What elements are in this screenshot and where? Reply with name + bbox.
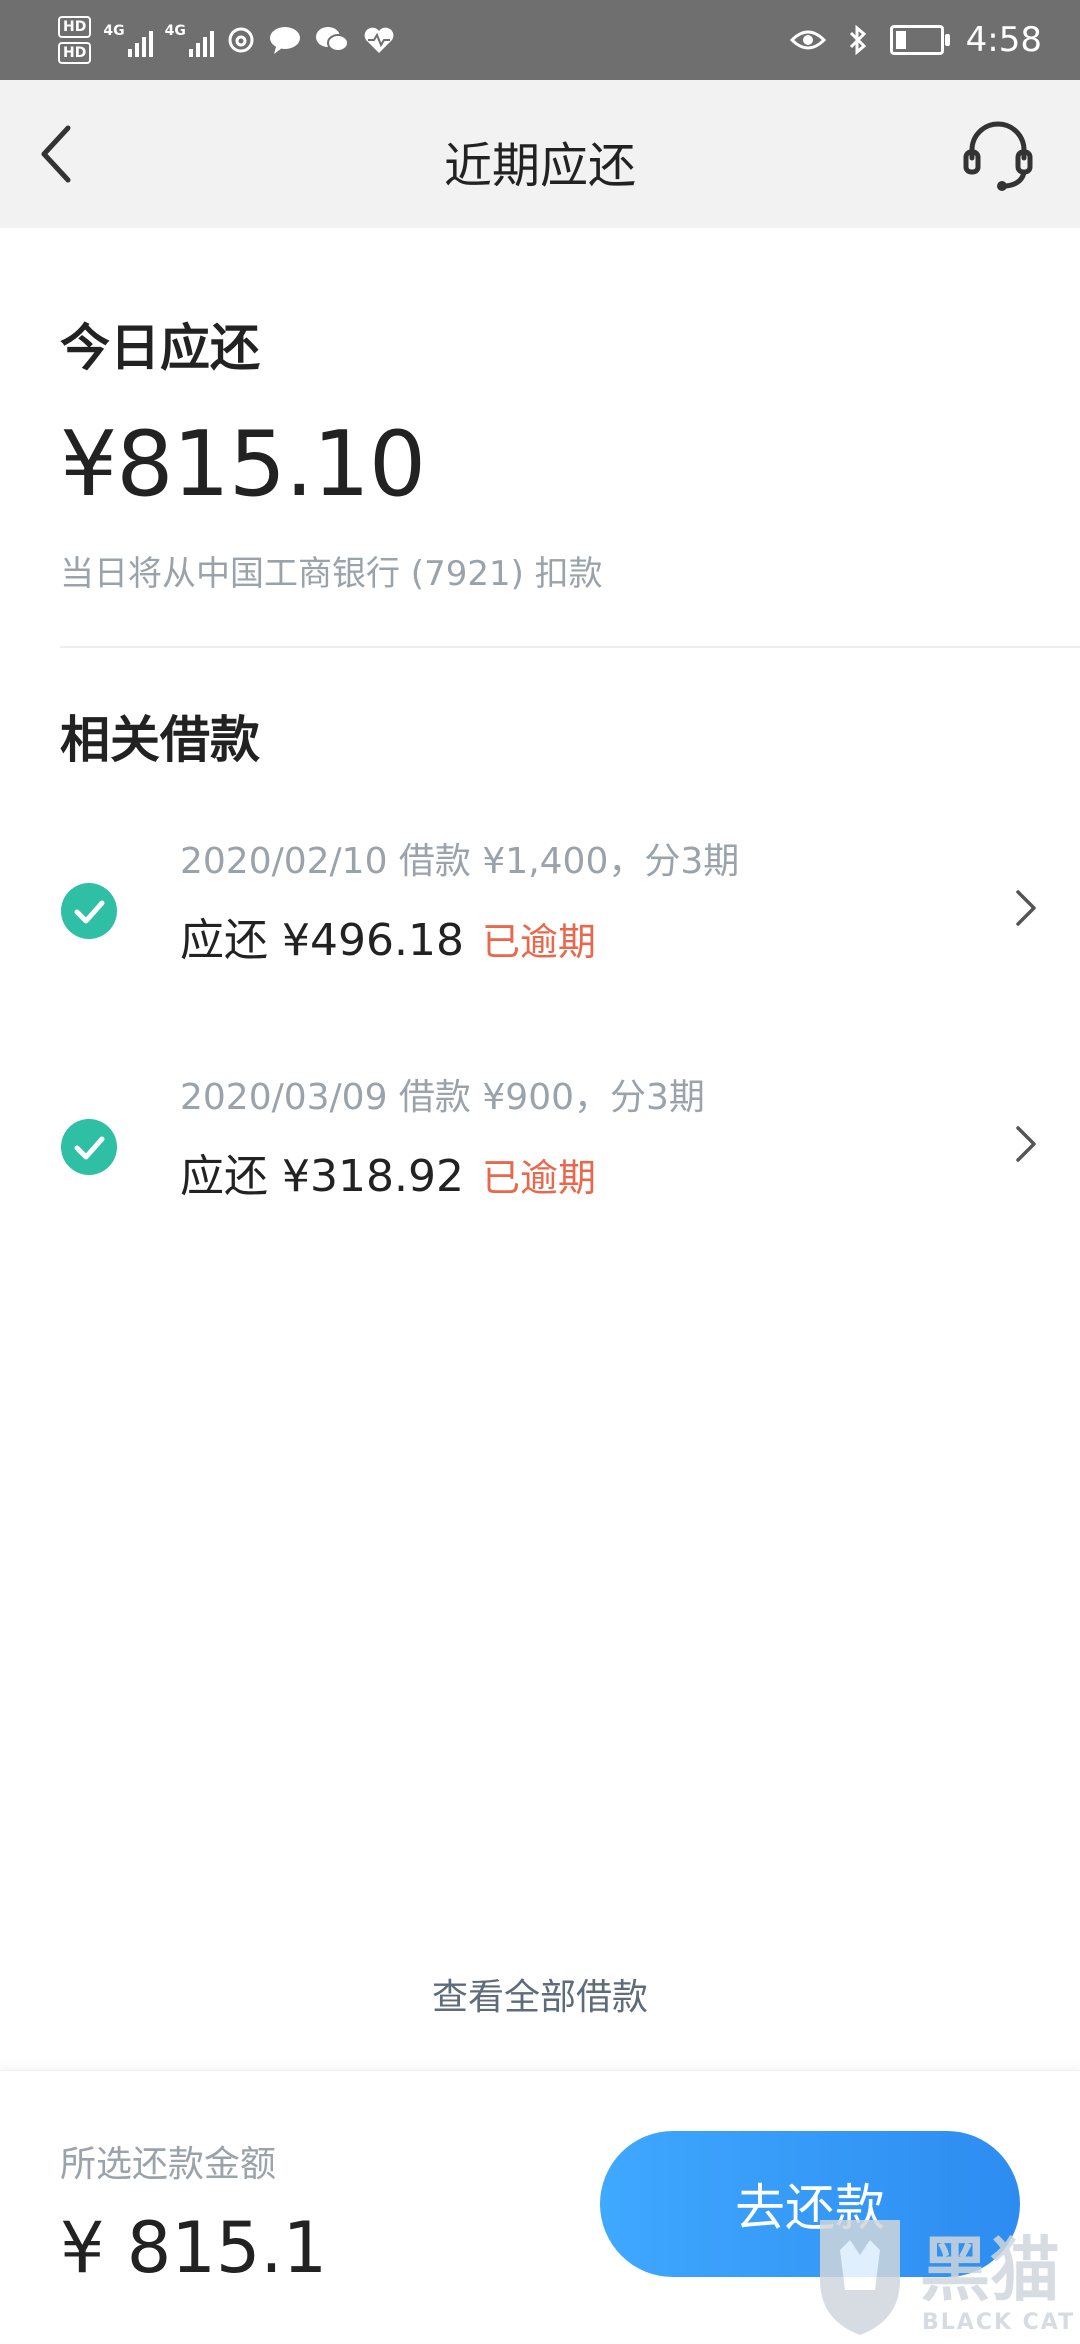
loan-due-row: 应还 ¥318.92 已逾期 <box>180 1140 596 1204</box>
nav-bar: 近期应还 <box>0 80 1080 228</box>
wechat-icon <box>315 27 349 52</box>
check-circle-icon[interactable] <box>60 1118 118 1176</box>
selected-amount-label: 所选还款金额 <box>60 2144 277 2185</box>
divider <box>60 646 1080 648</box>
battery-icon <box>889 25 950 55</box>
check-circle-icon[interactable] <box>60 882 118 940</box>
hd-sim1-badge: HD <box>58 16 92 38</box>
status-right: 4:58 <box>789 12 1042 68</box>
bluetooth-icon <box>849 24 866 56</box>
blackcat-logo-icon <box>820 2220 900 2335</box>
status-time: 4:58 <box>965 20 1042 60</box>
overdue-badge: 已逾期 <box>481 1156 596 1200</box>
signal-sim1-icon: 4G <box>103 23 153 57</box>
message-icon <box>269 27 300 54</box>
hd-indicators: HD HD <box>58 16 92 64</box>
customer-service-icon[interactable] <box>958 114 1038 194</box>
blackcat-watermark: 黑猫 BLACK CAT <box>810 2210 1080 2340</box>
status-bar: HD HD 4G 4G 4:58 <box>0 0 1080 80</box>
loan-item[interactable]: 2020/03/09 借款 ¥900，分3期 应还 ¥318.92 已逾期 <box>0 1056 1080 1256</box>
loan-due-amount: 应还 ¥318.92 <box>180 1151 464 1202</box>
status-left: HD HD 4G 4G <box>58 12 396 68</box>
overdue-badge: 已逾期 <box>481 920 596 964</box>
debit-bank-note: 当日将从中国工商银行 (7921) 扣款 <box>60 554 603 594</box>
watermark-subtext: BLACK CAT <box>922 2310 1076 2335</box>
loan-description: 2020/02/10 借款 ¥1,400，分3期 <box>180 841 740 882</box>
signal-sim1-label: 4G <box>103 23 125 39</box>
page-title: 近期应还 <box>443 138 636 194</box>
signal-sim2-label: 4G <box>164 23 186 39</box>
signal-sim2-icon: 4G <box>165 23 214 57</box>
loan-item[interactable]: 2020/02/10 借款 ¥1,400，分3期 应还 ¥496.18 已逾期 <box>0 820 1080 1020</box>
selected-amount-value: ¥ 815.1 <box>60 2207 328 2289</box>
loan-due-amount: 应还 ¥496.18 <box>180 915 464 966</box>
today-due-title: 今日应还 <box>60 319 260 377</box>
hd-sim2-badge: HD <box>58 42 92 64</box>
chevron-right-icon <box>1016 890 1036 926</box>
chevron-right-icon <box>1016 1126 1036 1162</box>
health-icon <box>364 27 394 53</box>
today-due-amount: ¥815.10 <box>60 412 426 517</box>
netease-music-icon <box>228 27 254 53</box>
view-all-loans-link[interactable]: 查看全部借款 <box>0 1968 1080 2020</box>
loan-description: 2020/03/09 借款 ¥900，分3期 <box>180 1077 705 1118</box>
eye-comfort-icon <box>789 30 826 50</box>
related-loans-title: 相关借款 <box>60 711 260 769</box>
loan-due-row: 应还 ¥496.18 已逾期 <box>180 904 596 968</box>
watermark-text: 黑猫 <box>920 2229 1060 2311</box>
